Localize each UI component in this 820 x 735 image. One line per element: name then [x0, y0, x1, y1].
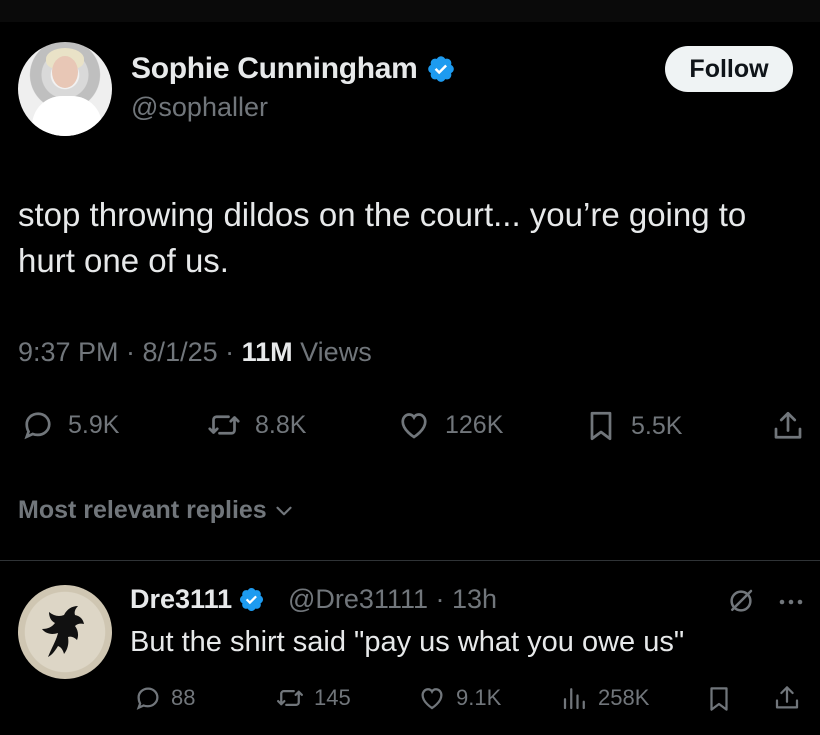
reply-avatar[interactable]	[18, 585, 112, 679]
top-shade	[0, 0, 820, 22]
reply-reply-action[interactable]: 88	[133, 683, 195, 713]
author-name[interactable]: Sophie Cunningham	[131, 52, 418, 86]
griffin-logo-icon	[42, 606, 84, 657]
repost-icon	[277, 690, 303, 706]
reply-like-count: 9.1K	[456, 685, 502, 710]
reply-reply-count: 88	[171, 685, 196, 710]
reply-author-name[interactable]: Dre3111	[130, 584, 232, 615]
repost-action[interactable]: 8.8K	[205, 407, 306, 443]
verified-badge-icon	[427, 56, 454, 82]
tweet-meta: 9:37 PM · 8/1/25 · 11M Views	[18, 337, 372, 368]
reply-repost-count: 145	[314, 685, 351, 710]
like-count: 126K	[445, 410, 504, 439]
share-icon	[774, 411, 802, 439]
repost-icon	[208, 415, 240, 435]
share-icon[interactable]	[772, 682, 802, 714]
avatar-face	[52, 56, 78, 88]
reply-count: 5.9K	[68, 410, 120, 439]
reply-repost-action[interactable]: 145	[274, 683, 351, 713]
bookmark-icon	[590, 411, 612, 441]
views-count: 11M	[241, 337, 293, 367]
reply-views-action[interactable]: 258K	[560, 683, 649, 713]
reply-handle[interactable]: @Dre31111 · 13h	[288, 584, 497, 615]
reply-views-count: 258K	[598, 685, 650, 710]
share-action[interactable]	[770, 407, 818, 445]
like-icon	[401, 413, 427, 439]
tweet-time[interactable]: 9:37 PM · 8/1/25 ·	[18, 337, 242, 367]
like-action[interactable]: 126K	[395, 407, 503, 443]
views-icon	[563, 688, 585, 710]
reply-icon	[136, 687, 159, 710]
verified-badge-icon	[240, 587, 264, 612]
more-icon[interactable]	[776, 592, 806, 612]
avatar-shirt	[32, 96, 102, 136]
views-label: Views	[292, 337, 372, 367]
replies-sort-dropdown[interactable]: Most relevant replies	[18, 496, 297, 525]
reply-text: But the shirt said "pay us what you owe …	[130, 626, 685, 658]
bookmark-icon[interactable]	[704, 683, 734, 715]
reply-name-row[interactable]: Dre3111	[130, 584, 265, 615]
author-name-row[interactable]: Sophie Cunningham	[131, 52, 456, 86]
replies-sort-label: Most relevant replies	[18, 496, 267, 524]
like-icon	[421, 688, 443, 710]
author-handle[interactable]: @sophaller	[131, 92, 268, 123]
grok-icon[interactable]	[726, 586, 756, 616]
follow-button[interactable]: Follow	[665, 46, 793, 92]
divider	[0, 560, 820, 561]
bookmark-action[interactable]: 5.5K	[583, 407, 682, 445]
tweet-text: stop throwing dildos on the court... you…	[18, 196, 747, 279]
author-avatar[interactable]	[18, 42, 112, 136]
bookmark-count: 5.5K	[631, 411, 683, 440]
chevron-down-icon	[276, 506, 292, 515]
reply-icon	[24, 412, 51, 440]
reply-action[interactable]: 5.9K	[20, 407, 119, 443]
repost-count: 8.8K	[255, 410, 307, 439]
reply-like-action[interactable]: 9.1K	[416, 683, 501, 713]
